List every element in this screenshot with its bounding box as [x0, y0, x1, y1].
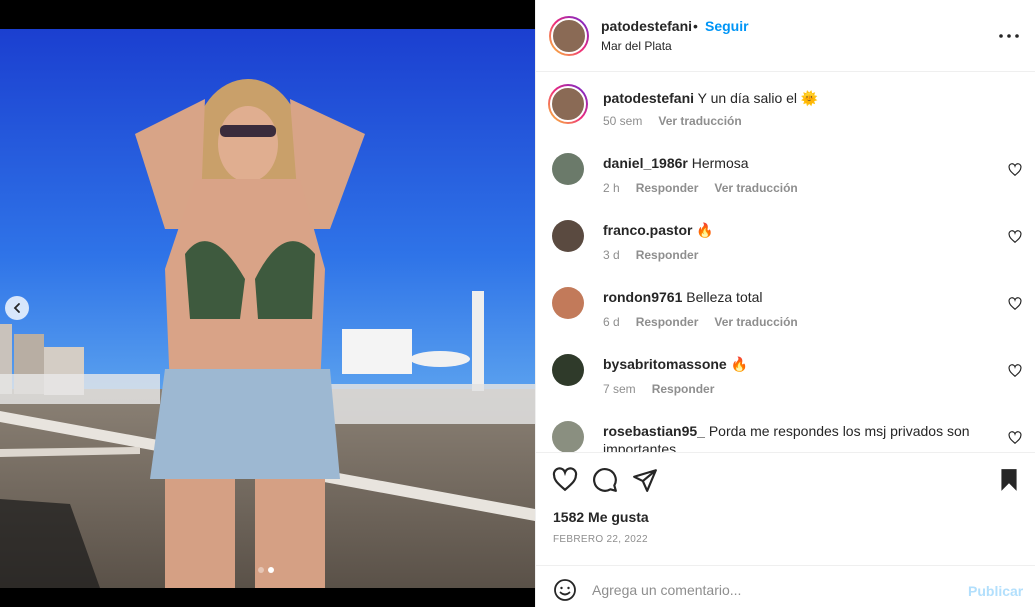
commenter-avatar[interactable]: [552, 153, 584, 185]
reply-button[interactable]: Responder: [652, 382, 715, 396]
carousel-prev-button[interactable]: [5, 296, 29, 320]
like-comment-icon[interactable]: [1008, 431, 1022, 445]
post-panel: patodestefani • Seguir Mar del Plata pat…: [535, 0, 1035, 607]
chevron-left-icon: [13, 303, 20, 313]
comment-time[interactable]: 2 h: [603, 181, 620, 195]
like-comment-icon[interactable]: [1008, 364, 1022, 378]
likes-count[interactable]: 1582 Me gusta: [553, 509, 649, 525]
save-bookmark-icon[interactable]: [996, 467, 1022, 493]
comment-username[interactable]: daniel_1986r: [603, 155, 688, 171]
like-comment-icon[interactable]: [1008, 230, 1022, 244]
comment-username[interactable]: rosebastian95_: [603, 423, 705, 439]
emoji-icon[interactable]: [553, 578, 577, 602]
comment-username[interactable]: bysabritomassone: [603, 356, 727, 372]
like-comment-icon[interactable]: [1008, 297, 1022, 311]
like-icon[interactable]: [552, 467, 578, 493]
carousel-indicator: [258, 567, 274, 573]
caption-text: Y un día salio el 🌞: [697, 90, 819, 106]
commenter-avatar[interactable]: [552, 354, 584, 386]
comment-input[interactable]: [592, 576, 952, 604]
post-actions: 1582 Me gusta FEBRERO 22, 2022: [536, 452, 1035, 565]
comment-text: 🔥: [730, 356, 749, 372]
comment-username[interactable]: rondon9761: [603, 289, 682, 305]
post-location[interactable]: Mar del Plata: [601, 39, 672, 53]
comments-list[interactable]: patodestefani Y un día salio el 🌞 50 sem…: [536, 72, 1035, 452]
caption-time[interactable]: 50 sem: [603, 114, 642, 128]
header-separator: •: [693, 18, 698, 34]
post-date[interactable]: FEBRERO 22, 2022: [553, 534, 648, 545]
comment-time[interactable]: 6 d: [603, 315, 620, 329]
caption-username[interactable]: patodestefani: [603, 90, 694, 106]
post-header: patodestefani • Seguir Mar del Plata: [536, 0, 1035, 72]
publish-button[interactable]: Publicar: [968, 583, 1023, 599]
comment-time[interactable]: 7 sem: [603, 382, 636, 396]
share-icon[interactable]: [632, 467, 658, 493]
author-avatar[interactable]: [549, 16, 589, 56]
carousel-dot: [258, 567, 264, 573]
comment-text: Belleza total: [686, 289, 763, 305]
commenter-avatar[interactable]: [552, 421, 584, 452]
translate-button[interactable]: Ver traducción: [714, 315, 797, 329]
translate-button[interactable]: Ver traducción: [714, 181, 797, 195]
commenter-avatar[interactable]: [552, 287, 584, 319]
follow-button[interactable]: Seguir: [705, 18, 749, 34]
comment-icon[interactable]: [592, 467, 618, 493]
comment-text: 🔥: [696, 222, 714, 238]
carousel-dot-active: [268, 567, 274, 573]
like-comment-icon[interactable]: [1008, 163, 1022, 177]
caption-avatar[interactable]: [548, 84, 588, 124]
commenter-avatar[interactable]: [552, 220, 584, 252]
translate-button[interactable]: Ver traducción: [658, 114, 741, 128]
comment-username[interactable]: franco.pastor: [603, 222, 692, 238]
add-comment-bar: Publicar: [536, 565, 1035, 607]
post-photo[interactable]: [0, 29, 535, 588]
reply-button[interactable]: Responder: [636, 181, 699, 195]
comment-time[interactable]: 3 d: [603, 248, 620, 262]
author-username[interactable]: patodestefani: [601, 18, 692, 34]
post-media: [0, 0, 535, 607]
reply-button[interactable]: Responder: [636, 248, 699, 262]
comment-text: Hermosa: [691, 155, 749, 171]
reply-button[interactable]: Responder: [636, 315, 699, 329]
more-options-icon[interactable]: [998, 24, 1020, 48]
